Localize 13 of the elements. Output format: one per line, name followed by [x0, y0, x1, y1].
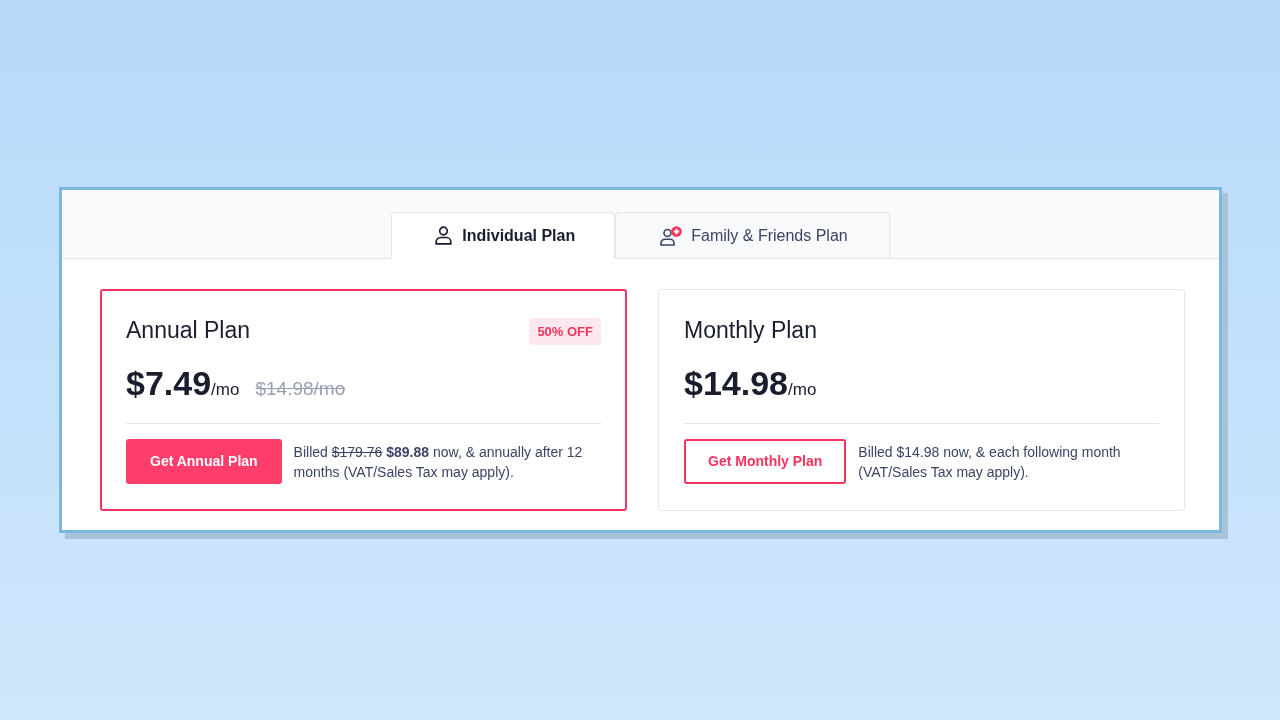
person-icon	[435, 226, 453, 245]
billing-note: Billed $14.98 now, & each following month (VAT/Sales Tax may apply).	[858, 442, 1122, 482]
plan-tab[interactable]: Family & Friends Plan	[615, 212, 890, 259]
discount-badge: 50% OFF	[529, 318, 601, 345]
price-text: $14.98/mo	[684, 363, 817, 404]
price-text: $7.49/mo	[126, 363, 240, 404]
person-plus-icon	[660, 225, 683, 246]
billing-note: Billed $179.76 $89.88 now, & annually after 12 months (VAT/Sales Tax may apply).	[293, 442, 584, 482]
plan-title: Annual Plan	[126, 316, 251, 345]
get-plan-button[interactable]: Get Monthly Plan	[684, 439, 847, 484]
old-price: $14.98/mo	[255, 377, 346, 401]
plan-tab[interactable]: Individual Plan	[391, 212, 616, 259]
plan-title: Monthly Plan	[684, 316, 817, 345]
